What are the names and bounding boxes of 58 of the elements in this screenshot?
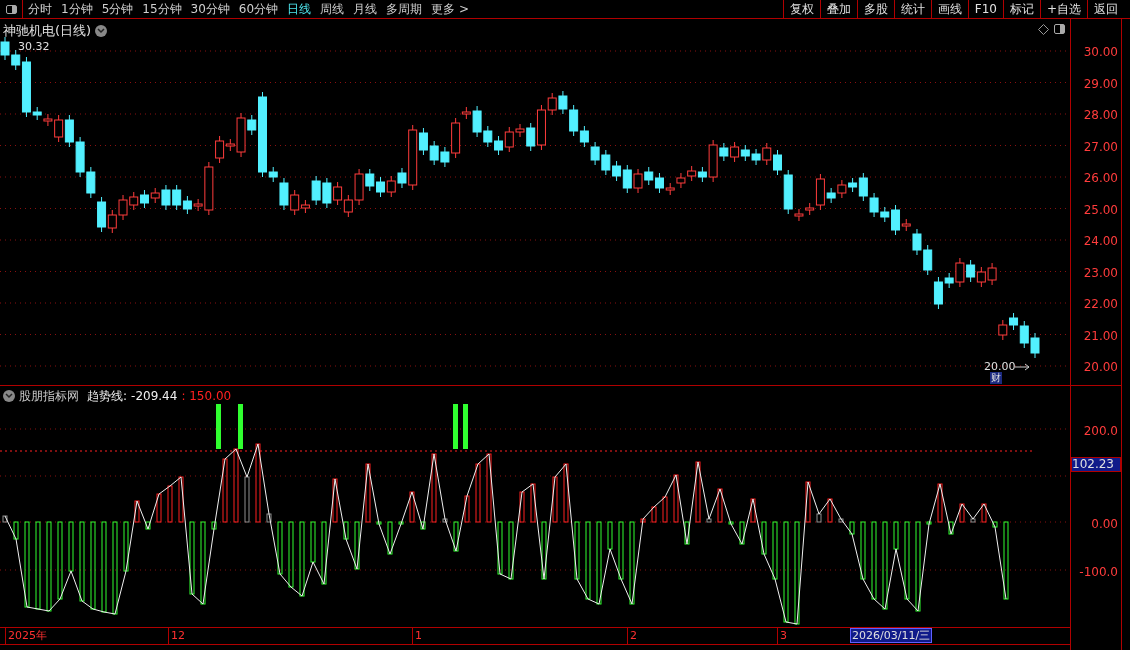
period-tab[interactable]: 30分钟 <box>190 0 230 18</box>
toolbar-button[interactable]: 标记 <box>1002 0 1040 18</box>
threshold-value: : 150.00 <box>181 388 232 405</box>
toolbar-button[interactable]: F10 <box>967 0 1003 18</box>
dropdown-icon[interactable] <box>3 390 15 402</box>
date-axis-label: 12 <box>168 628 185 645</box>
price-axis-label: 22.00 <box>1083 296 1118 313</box>
indicator-axis-label: -100.0 <box>1079 564 1118 581</box>
period-tab[interactable]: 5分钟 <box>101 0 134 18</box>
stock-title: 神驰机电(日线) <box>3 22 92 40</box>
arrow-icon <box>1015 363 1031 371</box>
price-axis-label: 24.00 <box>1083 233 1118 250</box>
price-axis-label: 25.00 <box>1083 201 1118 219</box>
dropdown-icon[interactable] <box>95 24 108 37</box>
trend-line-label: 趋势线: <box>87 388 128 405</box>
toolbar-button[interactable]: +自选 <box>1039 0 1087 18</box>
date-axis-label: 3 <box>777 628 787 645</box>
date-axis-label: 1 <box>412 628 422 645</box>
signal-bar <box>216 404 221 449</box>
price-axis-label: 20.00 <box>1083 359 1118 376</box>
trend-line-value: -209.44 <box>131 388 178 405</box>
indicator-axis-label: 200.0 <box>1083 423 1118 440</box>
finance-badge: 财 <box>990 372 1002 384</box>
period-tab[interactable]: 日线 <box>287 0 312 18</box>
date-axis-label: 2025年 <box>5 628 47 645</box>
high-price-label: 30.32 <box>18 39 50 55</box>
low-price-label: 20.00 <box>984 359 1016 373</box>
period-tab[interactable]: 多周期 <box>386 0 423 18</box>
signal-bar <box>463 404 468 449</box>
price-axis-label: 29.00 <box>1083 75 1118 93</box>
price-axis-label: 23.00 <box>1083 264 1118 282</box>
period-tab[interactable]: 周线 <box>320 0 345 18</box>
indicator-axis-label: 0.00 <box>1091 516 1118 533</box>
indicator-name: 股朋指标网 <box>19 388 79 405</box>
period-tab[interactable]: 月线 <box>353 0 378 18</box>
signal-bar <box>453 404 458 449</box>
toolbar-button[interactable]: 多股 <box>856 0 894 18</box>
diamond-icon[interactable] <box>1038 24 1049 35</box>
panel-toggle-icon[interactable] <box>1054 24 1065 34</box>
price-axis-label: 21.00 <box>1083 327 1118 345</box>
period-tab[interactable]: 更多 > <box>431 0 469 18</box>
date-axis-label: 2 <box>627 628 637 645</box>
signal-bar <box>238 404 243 449</box>
toolbar-button[interactable]: 画线 <box>930 0 968 18</box>
price-axis-label: 28.00 <box>1083 107 1118 124</box>
price-axis-label: 26.00 <box>1083 170 1118 187</box>
period-tab[interactable]: 分时 <box>28 0 52 18</box>
toolbar-button[interactable]: 统计 <box>893 0 931 18</box>
current-value-badge: 102.23 <box>1071 457 1121 472</box>
period-tab[interactable]: 1分钟 <box>61 0 93 18</box>
toolbar-button[interactable]: 复权 <box>782 0 820 18</box>
cursor-date-label: 2026/03/11/三 <box>850 628 933 643</box>
price-axis-label: 30.00 <box>1083 44 1118 61</box>
period-tab[interactable]: 15分钟 <box>142 0 182 18</box>
toolbar-button[interactable]: 返回 <box>1087 0 1124 18</box>
price-axis-label: 27.00 <box>1083 138 1118 156</box>
toolbar-button[interactable]: 叠加 <box>819 0 857 18</box>
period-tab[interactable]: 60分钟 <box>238 0 279 18</box>
